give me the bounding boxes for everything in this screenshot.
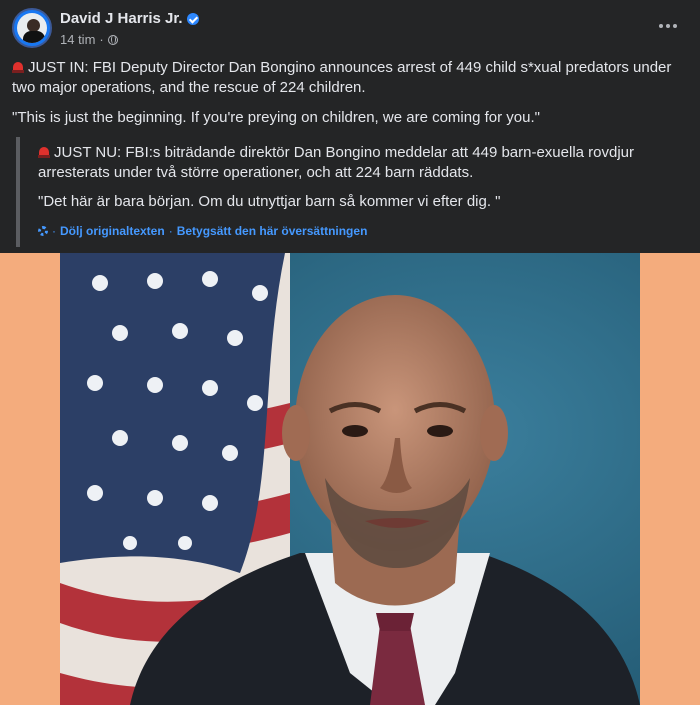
avatar-photo bbox=[17, 13, 47, 43]
avatar-body bbox=[23, 31, 45, 43]
more-options-button[interactable] bbox=[656, 18, 680, 34]
post-photo[interactable] bbox=[60, 253, 640, 705]
author-name-row: David J Harris Jr. bbox=[60, 10, 199, 27]
post-paragraph-2: "This is just the beginning. If you're p… bbox=[12, 109, 540, 126]
translate-gear-icon bbox=[38, 226, 48, 236]
post-meta: 14 tim · bbox=[60, 32, 118, 47]
translation-paragraph-2: "Det här är bara början. Om du utnyttjar… bbox=[38, 193, 501, 210]
more-dot-icon bbox=[659, 24, 663, 28]
rate-translation-link[interactable]: Betygsätt den här översättningen bbox=[177, 221, 368, 241]
left-ear bbox=[282, 405, 310, 461]
author-avatar[interactable] bbox=[12, 8, 52, 48]
siren-emoji-icon bbox=[12, 61, 24, 73]
right-ear bbox=[480, 405, 508, 461]
globe-icon[interactable] bbox=[107, 34, 118, 45]
facebook-post: David J Harris Jr. 14 tim · JUST IN: FBI… bbox=[0, 0, 700, 705]
post-paragraph-1: JUST IN: FBI Deputy Director Dan Bongino… bbox=[12, 58, 688, 98]
translation-paragraph-1: JUST NU: FBI:s biträdande direktör Dan B… bbox=[38, 143, 676, 183]
author-name[interactable]: David J Harris Jr. bbox=[60, 10, 183, 27]
siren-emoji-icon bbox=[38, 146, 50, 158]
translation-separator: · bbox=[168, 224, 173, 238]
post-line-1: JUST IN: FBI Deputy Director Dan Bongino… bbox=[12, 59, 672, 96]
verified-badge-icon bbox=[186, 12, 199, 25]
post-header: David J Harris Jr. 14 tim · bbox=[12, 8, 688, 50]
translation-line-1: JUST NU: FBI:s biträdande direktör Dan B… bbox=[38, 144, 635, 181]
translation-block: JUST NU: FBI:s biträdande direktör Dan B… bbox=[16, 137, 676, 247]
more-dot-icon bbox=[666, 24, 670, 28]
portrait-image bbox=[60, 253, 640, 705]
hide-original-link[interactable]: Dölj originaltexten bbox=[60, 221, 165, 241]
translation-actions: · Dölj originaltexten · Betygsätt den hä… bbox=[38, 221, 676, 247]
left-eye bbox=[342, 425, 368, 437]
right-eye bbox=[427, 425, 453, 437]
post-image-container[interactable] bbox=[0, 253, 700, 705]
more-dot-icon bbox=[673, 24, 677, 28]
meta-separator: · bbox=[99, 32, 104, 47]
tie-knot bbox=[376, 613, 414, 631]
post-text: JUST IN: FBI Deputy Director Dan Bongino… bbox=[12, 58, 688, 138]
translation-separator: · bbox=[52, 224, 56, 238]
post-timestamp[interactable]: 14 tim bbox=[60, 32, 95, 47]
